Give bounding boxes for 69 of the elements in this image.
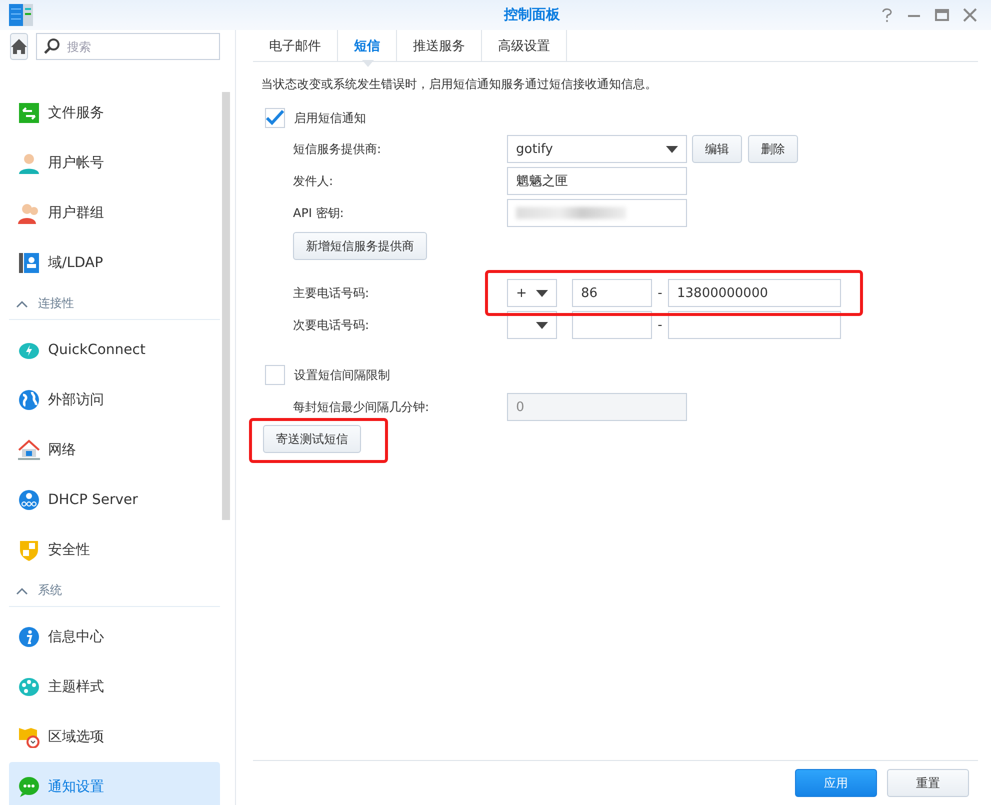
map-clock-icon <box>18 726 40 748</box>
section-heading: 连接性 <box>38 295 74 312</box>
field-label: 每封短信最少间隔几分钟: <box>292 398 430 416</box>
caret-icon <box>536 322 548 328</box>
sidebar-item[interactable]: 用户群组 <box>9 188 220 238</box>
users-icon <box>18 202 40 224</box>
field-label: 次要电话号码: <box>292 316 370 334</box>
tab[interactable]: 推送服务 <box>397 30 482 62</box>
input-field[interactable] <box>507 199 687 227</box>
palette-icon <box>18 676 40 698</box>
input-field[interactable]: 13800000000 <box>668 279 841 307</box>
house-network-icon <box>18 439 40 461</box>
input-field[interactable]: 86 <box>572 279 652 307</box>
home-icon <box>11 39 27 54</box>
info-icon <box>18 626 40 648</box>
caret-icon <box>536 290 548 296</box>
search-field[interactable]: 搜索 <box>36 33 220 60</box>
chevron-up-icon[interactable] <box>16 300 28 308</box>
separator-text: - <box>656 286 664 300</box>
sidebar-item[interactable]: 安全性 <box>9 525 220 575</box>
search-icon <box>44 38 60 54</box>
field-label: 主要电话号码: <box>292 284 370 302</box>
provider-action-button[interactable]: 删除 <box>748 135 798 163</box>
provider-action-button[interactable]: 编辑 <box>692 135 742 163</box>
chevron-up-icon[interactable] <box>16 586 28 594</box>
window-title: 控制面板 <box>502 6 560 24</box>
sidebar-item[interactable]: 区域选项 <box>9 712 220 762</box>
add-provider-button[interactable]: 新增短信服务提供商 <box>293 232 427 260</box>
sidebar-item[interactable]: 网络 <box>9 425 220 475</box>
maximize-icon[interactable] <box>935 8 949 22</box>
field-label: 短信服务提供商: <box>292 140 382 158</box>
sidebar-item[interactable]: QuickConnect <box>9 325 220 375</box>
checkbox[interactable] <box>265 365 285 385</box>
sidebar-item[interactable]: 信息中心 <box>9 612 220 662</box>
chat-bubble-icon <box>18 776 40 798</box>
sidebar-item[interactable]: 域/LDAP <box>9 238 220 288</box>
field-label: API 密钥: <box>292 204 345 222</box>
field-label: 发件人: <box>292 172 334 190</box>
tab[interactable]: 电子邮件 <box>253 30 338 62</box>
home-button[interactable] <box>10 33 28 60</box>
sidebar-item[interactable]: 用户帐号 <box>9 138 220 188</box>
checkbox[interactable] <box>265 108 285 128</box>
sidebar-item[interactable]: 通知设置 <box>9 762 220 805</box>
provider-dropdown[interactable]: gotify <box>507 135 687 163</box>
user-icon <box>18 152 40 174</box>
description-text: 当状态改变或系统发生错误时，启用短信通知服务通过短信接收通知信息。 <box>261 76 658 93</box>
checkbox-label: 启用短信通知 <box>294 110 367 126</box>
globe-icon <box>18 389 40 411</box>
scrollbar[interactable] <box>222 92 230 520</box>
sidebar-item[interactable]: 外部访问 <box>9 375 220 425</box>
input-field[interactable]: 魍魉之匣 <box>507 167 687 195</box>
file-transfer-icon <box>18 102 40 124</box>
tab[interactable]: 高级设置 <box>482 30 567 62</box>
help-icon[interactable] <box>881 8 893 22</box>
directory-icon <box>18 252 40 274</box>
prefix-dropdown[interactable]: + <box>507 279 557 307</box>
sidebar-item[interactable]: DHCP Server <box>9 475 220 525</box>
send-test-button[interactable]: 寄送测试短信 <box>263 425 361 453</box>
app-icon <box>9 4 33 26</box>
sidebar-item[interactable]: 主题样式 <box>9 662 220 712</box>
sidebar-item[interactable]: 文件服务 <box>9 88 220 138</box>
close-icon[interactable] <box>963 8 977 22</box>
separator-text: - <box>656 318 664 332</box>
network-nodes-icon <box>18 489 40 511</box>
checkbox-label: 设置短信间隔限制 <box>294 366 391 384</box>
section-heading: 系统 <box>38 582 62 599</box>
shield-icon <box>18 539 40 561</box>
caret-icon <box>666 146 678 152</box>
reset-button[interactable]: 重置 <box>887 769 969 797</box>
